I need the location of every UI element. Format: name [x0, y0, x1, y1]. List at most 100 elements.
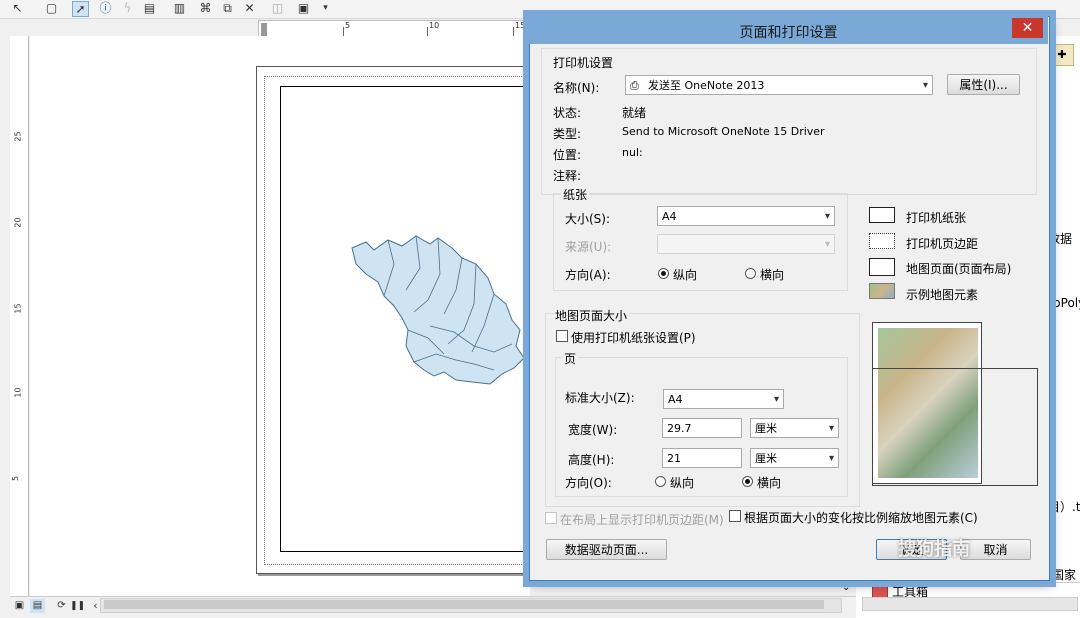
paper-portrait-radio[interactable] [658, 268, 669, 279]
ruler-number: 10 [429, 21, 440, 30]
paper-size-select[interactable]: A4 ▾ [657, 206, 835, 226]
type-value: Send to Microsoft OneNote 15 Driver [622, 125, 825, 138]
province-map [351, 235, 525, 385]
width-unit-value: 厘米 [755, 422, 777, 435]
printer-paper-swatch [869, 207, 895, 223]
page-portrait-label: 纵向 [670, 476, 695, 490]
width-unit-select[interactable]: 厘米 ▾ [750, 418, 839, 438]
height-input[interactable]: 21 [662, 448, 742, 468]
paper-source-label: 来源(U): [565, 240, 612, 254]
map-page-size-label: 地图页面大小 [553, 307, 630, 324]
chevron-down-icon: ▾ [824, 239, 830, 250]
location-value: nul: [622, 146, 643, 159]
measure-icon[interactable]: ▥ [172, 1, 187, 15]
paper-landscape-radio[interactable] [745, 268, 756, 279]
data-driven-pages-button[interactable]: 数据驱动页面... [546, 539, 667, 560]
printer-group-label: 打印机设置 [553, 56, 614, 70]
horizontal-scrollbar[interactable] [862, 597, 1078, 611]
catalog-text: 数据 [1048, 232, 1073, 246]
standard-size-select[interactable]: A4 ▾ [663, 389, 784, 409]
scale-elements-checkbox[interactable] [729, 510, 741, 522]
show-margins-label: 在布局上显示打印机页边距(M) [560, 513, 724, 527]
standard-size-label: 标准大小(Z): [565, 391, 635, 405]
dialog-title: 页面和打印设置 [739, 25, 838, 41]
properties-button[interactable]: 属性(I)... [947, 74, 1020, 95]
chevron-down-icon: ▾ [828, 423, 834, 434]
create-viewer-icon[interactable]: ▣ [296, 1, 311, 15]
catalog-text: 目）.tif [1048, 500, 1080, 514]
hyperlink-icon[interactable]: ⧉ [220, 1, 235, 15]
type-label: 类型: [553, 127, 582, 141]
ruler-number: 15 [515, 21, 526, 30]
page-landscape-label: 横向 [757, 476, 782, 490]
identify-icon[interactable]: ⓘ [98, 1, 113, 15]
printer-name-label: 名称(N): [553, 81, 600, 95]
chevron-down-icon: ▾ [773, 394, 779, 405]
refresh-icon[interactable]: ⟳ [54, 599, 69, 613]
legend-printer-paper: 打印机纸张 [906, 211, 967, 225]
scrollbar-thumb[interactable] [104, 600, 824, 609]
landscape-page-outline [872, 368, 1038, 486]
printer-name-value: 发送至 OneNote 2013 [648, 79, 765, 92]
close-button[interactable]: ✕ [1012, 18, 1043, 38]
scroll-down-icon[interactable]: ⌄ [842, 582, 850, 593]
pointer-icon[interactable]: ➚ [72, 1, 89, 17]
printer-margins-swatch [869, 233, 895, 249]
height-unit-select[interactable]: 厘米 ▾ [750, 448, 839, 468]
use-printer-paper-label: 使用打印机纸张设置(P) [571, 331, 696, 345]
printer-name-select[interactable]: ⎙ 发送至 OneNote 2013 ▾ [625, 75, 933, 95]
frame-icon[interactable]: ▢ [44, 1, 59, 15]
standard-size-value: A4 [668, 393, 683, 406]
scale-elements-label: 根据页面大小的变化按比例缩放地图元素(C) [744, 511, 978, 525]
ruler-number: 5 [345, 21, 351, 30]
ruler-number: 10 [13, 387, 23, 398]
go-to-xy-icon[interactable]: ✕ [242, 1, 257, 15]
ruler-number: 15 [13, 303, 23, 314]
printer-settings-group [541, 48, 1037, 195]
cancel-button[interactable]: 取消 [960, 539, 1031, 560]
page-portrait-radio[interactable] [655, 476, 666, 487]
toolbox-panel: 工具箱 [856, 582, 1080, 618]
add-data-icon[interactable]: ✚ [1050, 44, 1074, 66]
paper-landscape-label: 横向 [760, 268, 785, 282]
paper-size-value: A4 [662, 210, 677, 223]
show-margins-checkbox[interactable] [545, 512, 557, 524]
catalog-text: ToPoly [1048, 296, 1080, 310]
width-input[interactable]: 29.7 [662, 418, 742, 438]
watermark-logo: 搜狗指南 [898, 539, 970, 560]
location-label: 位置: [553, 148, 582, 162]
legend-printer-margins: 打印机页边距 [906, 237, 979, 251]
status-value: 就绪 [622, 106, 647, 120]
height-unit-value: 厘米 [755, 452, 777, 465]
pause-icon[interactable]: ❚❚ [70, 599, 85, 613]
paper-size-label: 大小(S): [565, 212, 611, 226]
page-subgroup-label: 页 [562, 350, 579, 367]
time-slider-icon[interactable]: ◫ [270, 1, 285, 15]
chevron-down-icon: ▾ [922, 80, 928, 91]
paper-group-label: 纸张 [561, 186, 590, 203]
select-elements-icon[interactable]: ↖ [10, 1, 25, 15]
width-label: 宽度(W): [568, 423, 618, 437]
page-landscape-radio[interactable] [742, 476, 753, 487]
comment-label: 注释: [553, 169, 582, 183]
lightning-icon[interactable]: ϟ [120, 1, 135, 15]
ruler-number: 5 [11, 475, 21, 482]
printer-icon: ⎙ [630, 79, 639, 92]
legend-map-page: 地图页面(页面布局) [906, 262, 1012, 276]
legend-sample-elements: 示例地图元素 [906, 288, 979, 302]
use-printer-paper-checkbox[interactable] [556, 330, 568, 342]
chevron-down-icon: ▾ [828, 453, 834, 464]
toolbar-options-icon[interactable]: ▾ [318, 1, 333, 15]
height-label: 高度(H): [568, 453, 615, 467]
data-view-icon[interactable]: ▣ [12, 599, 27, 613]
height-value: 21 [667, 452, 681, 465]
html-popup-icon[interactable]: ▤ [142, 1, 157, 15]
paper-source-select[interactable]: ▾ [657, 234, 835, 254]
vertical-ruler: 25 20 15 10 5 [10, 36, 29, 596]
width-value: 29.7 [667, 422, 692, 435]
status-label: 状态: [553, 106, 582, 120]
sample-elements-swatch [869, 283, 895, 299]
layout-view-icon[interactable]: ▤ [30, 599, 45, 613]
map-page-swatch [869, 258, 895, 276]
find-icon[interactable]: ⌘ [198, 1, 213, 15]
